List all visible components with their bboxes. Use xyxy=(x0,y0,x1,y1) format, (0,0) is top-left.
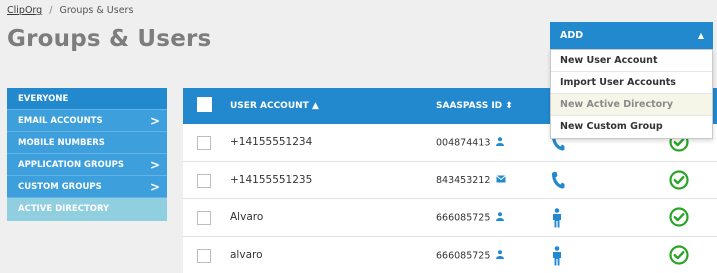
add-button-label: ADD xyxy=(560,30,584,41)
sidebar-item-label: CUSTOM GROUPS xyxy=(18,182,102,192)
menu-item-new-active-directory[interactable]: New Active Directory xyxy=(551,94,712,116)
envelope-icon xyxy=(496,174,507,186)
row-checkbox[interactable] xyxy=(197,211,211,225)
saaspass-id-cell: 666085725 xyxy=(436,212,505,224)
sort-icon: ⬍ xyxy=(505,101,513,111)
breadcrumb-root-link[interactable]: ClipOrg xyxy=(7,5,42,16)
phone-icon xyxy=(551,171,565,192)
add-dropdown-menu: New User Account Import User Accounts Ne… xyxy=(550,49,713,139)
person-icon xyxy=(496,137,505,149)
menu-item-import-user-accounts[interactable]: Import User Accounts xyxy=(551,72,712,94)
column-header-saaspass-id[interactable]: SAASPASS ID ⬍ xyxy=(436,101,513,111)
row-checkbox[interactable] xyxy=(197,248,211,263)
column-header-user-account[interactable]: USER ACCOUNT ▲ xyxy=(230,101,319,111)
menu-item-new-custom-group[interactable]: New Custom Group xyxy=(551,116,712,138)
sidebar-nav: EVERYONE EMAIL ACCOUNTS > MOBILE NUMBERS… xyxy=(7,88,167,221)
row-checkbox[interactable] xyxy=(197,173,211,188)
standing-person-icon xyxy=(551,208,563,231)
check-circle-icon xyxy=(669,244,689,268)
sidebar-item-custom-groups[interactable]: CUSTOM GROUPS > xyxy=(7,176,167,198)
add-button[interactable]: ADD ▲ xyxy=(550,22,713,49)
select-all-checkbox[interactable] xyxy=(197,97,212,112)
breadcrumb-separator: / xyxy=(49,5,53,16)
sidebar-item-label: APPLICATION GROUPS xyxy=(18,160,125,170)
sidebar-item-mobile-numbers[interactable]: MOBILE NUMBERS xyxy=(7,132,167,154)
check-circle-icon xyxy=(669,169,689,193)
page-title: Groups & Users xyxy=(7,26,212,52)
sidebar-item-email-accounts[interactable]: EMAIL ACCOUNTS > xyxy=(7,110,167,132)
saaspass-id-cell: 843453212 xyxy=(436,174,507,186)
user-account-cell: alvaro xyxy=(230,248,263,261)
chevron-right-icon: > xyxy=(149,180,160,194)
sidebar-item-label: MOBILE NUMBERS xyxy=(18,138,105,148)
chevron-right-icon: > xyxy=(149,158,160,172)
sidebar-item-active-directory[interactable]: ACTIVE DIRECTORY xyxy=(7,198,167,221)
saaspass-id-cell: 666085725 xyxy=(436,249,505,262)
sidebar-item-label: EVERYONE xyxy=(18,94,69,104)
row-checkbox[interactable] xyxy=(197,136,211,150)
sort-ascending-icon: ▲ xyxy=(311,101,319,111)
user-account-cell: +14155551234 xyxy=(230,136,313,148)
breadcrumb: ClipOrg / Groups & Users xyxy=(7,5,133,16)
chevron-right-icon: > xyxy=(149,114,160,128)
caret-up-icon: ▲ xyxy=(697,31,704,40)
user-account-cell: +14155551235 xyxy=(230,173,313,186)
table-row[interactable]: +14155551235 843453212 xyxy=(183,162,717,199)
sidebar-item-application-groups[interactable]: APPLICATION GROUPS > xyxy=(7,154,167,176)
table-row[interactable]: Alvaro 666085725 xyxy=(183,199,717,237)
person-icon xyxy=(496,212,505,224)
check-circle-icon xyxy=(669,207,689,230)
saaspass-id-cell: 004874413 xyxy=(436,137,505,149)
sidebar-item-everyone[interactable]: EVERYONE xyxy=(7,88,167,110)
standing-person-icon xyxy=(551,245,563,269)
menu-item-new-user-account[interactable]: New User Account xyxy=(551,50,712,72)
breadcrumb-current: Groups & Users xyxy=(59,5,134,16)
user-account-cell: Alvaro xyxy=(230,211,264,223)
sidebar-item-label: ACTIVE DIRECTORY xyxy=(18,204,110,214)
person-icon xyxy=(496,249,505,262)
sidebar-item-label: EMAIL ACCOUNTS xyxy=(18,116,103,126)
table-row[interactable]: alvaro 666085725 xyxy=(183,237,717,273)
